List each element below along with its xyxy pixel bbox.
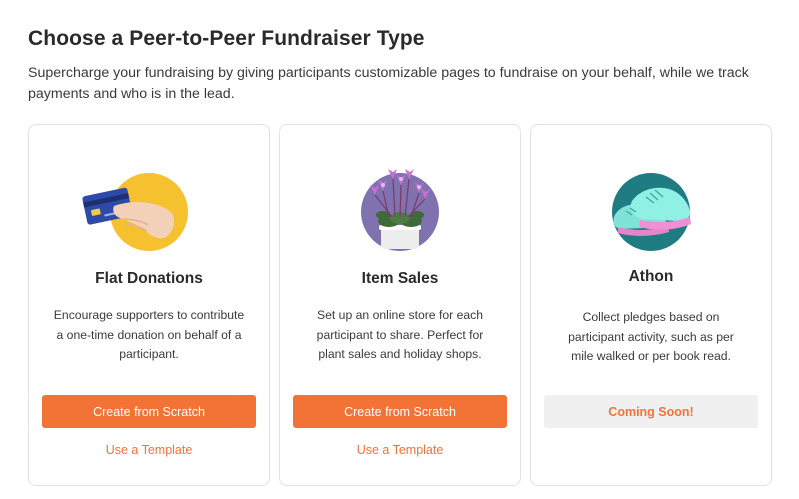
- card-description: Set up an online store for each particip…: [316, 308, 484, 361]
- fundraiser-card-flat-donations: Flat Donations Encourage supporters to c…: [28, 124, 270, 486]
- page-title: Choose a Peer-to-Peer Fundraiser Type: [28, 27, 425, 50]
- use-template-link[interactable]: Use a Template: [280, 443, 520, 457]
- card-description: Encourage supporters to contribute a one…: [53, 308, 245, 361]
- card-title: Item Sales: [361, 270, 439, 287]
- page-description: Supercharge your fundraising by giving p…: [28, 65, 749, 102]
- create-from-scratch-button[interactable]: Create from Scratch: [293, 395, 507, 428]
- potted-plant-icon: [361, 169, 439, 251]
- use-template-link[interactable]: Use a Template: [29, 443, 269, 457]
- card-description: Collect pledges based on participant act…: [568, 310, 734, 363]
- create-from-scratch-button[interactable]: Create from Scratch: [42, 395, 256, 428]
- fundraiser-card-item-sales: Item Sales Set up an online store for ea…: [279, 124, 521, 486]
- card-title: Flat Donations: [95, 270, 203, 287]
- coming-soon-badge: Coming Soon!: [544, 395, 758, 428]
- sneakers-icon: [612, 173, 691, 251]
- card-title: Athon: [628, 268, 674, 285]
- credit-card-hand-icon: [82, 173, 188, 251]
- fundraiser-card-athon: Athon Collect pledges based on participa…: [530, 124, 772, 486]
